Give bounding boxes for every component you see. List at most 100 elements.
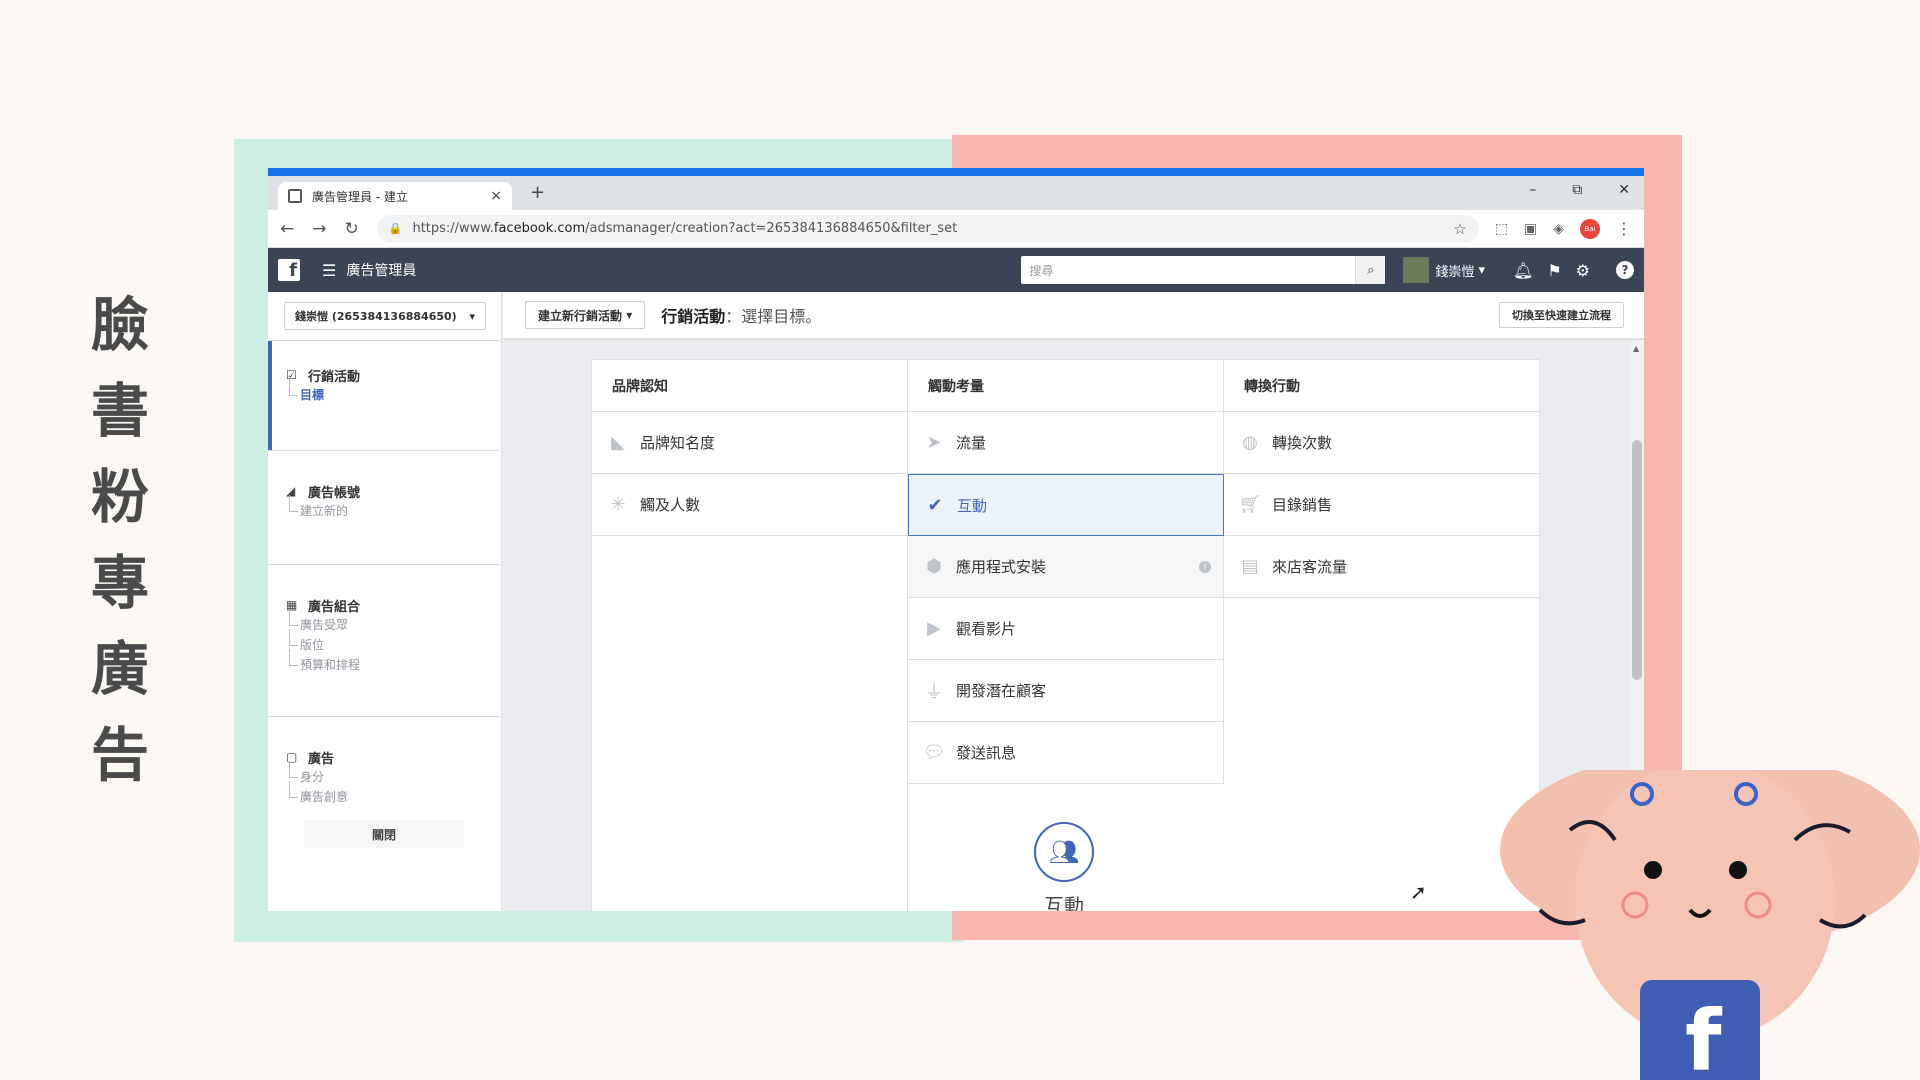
scroll-thumb[interactable] — [1632, 440, 1642, 680]
cursor-icon: ➤ — [926, 432, 942, 453]
lp-item-placements[interactable]: 版位 — [286, 629, 502, 655]
search-input[interactable]: 搜尋 ⌕ — [1021, 256, 1386, 284]
objective-messages[interactable]: 💬︎ 發送訊息 — [908, 722, 1224, 784]
browser-menu-icon[interactable]: ⋮ — [1616, 219, 1632, 238]
window-controls: – ⧉ ✕ — [1529, 182, 1630, 198]
lp-section-title[interactable]: ◢ 廣告帳號 — [286, 481, 502, 501]
flag-icon[interactable]: ⚑ — [1547, 261, 1561, 280]
browser-accent-bar — [268, 168, 1644, 176]
column-conversion: 轉換行動 ◍ 轉換次數 🛒︎ 目錄銷售 ▤ 來店客流量 — [1224, 360, 1539, 598]
minimize-button[interactable]: – — [1529, 182, 1536, 198]
objective-reach[interactable]: ✳ 觸及人數 — [592, 474, 907, 536]
browser-tab[interactable]: 廣告管理員 - 建立 × — [278, 182, 512, 210]
search-icon[interactable]: ⌕ — [1355, 256, 1386, 284]
chat-bubbles-icon: 💬︎ — [922, 742, 946, 763]
lp-item-budget[interactable]: 預算和排程 — [286, 649, 502, 675]
chevron-down-icon: ▾ — [469, 309, 475, 323]
main-content: 錢崇愷 (265384136884650) ▾ ☑ 行銷活動 目標 ◢ 廣告帳號 建… — [268, 292, 1644, 911]
page-subtitle: ：選擇目標。 — [725, 307, 822, 326]
tab-title: 廣告管理員 - 建立 — [312, 189, 408, 204]
check-circle-icon: ✔ — [927, 494, 943, 516]
new-campaign-button[interactable]: 建立新行銷活動 ▾ — [525, 301, 646, 329]
page-title: 行銷活動 — [661, 307, 726, 326]
objective-video-views[interactable]: ▶ 觀看影片 — [908, 598, 1224, 660]
profile-avatar-icon[interactable]: Bai — [1580, 218, 1600, 239]
globe-icon: ◍ — [1242, 432, 1258, 453]
bell-icon[interactable]: 🔔︎ — [1513, 261, 1533, 280]
objective-engagement[interactable]: ✔ 互動 — [908, 474, 1224, 536]
address-bar: ← → ↻ 🔒 https://www. facebook.com/adsmana… — [268, 210, 1644, 248]
side-title-char: 粉 — [90, 463, 149, 531]
forward-arrow-icon[interactable]: → — [312, 219, 326, 239]
lp-section-title[interactable]: ▢ 廣告 — [286, 747, 502, 767]
quick-create-button[interactable]: 切換至快速建立流程 — [1499, 302, 1624, 328]
objective-catalog-sales[interactable]: 🛒︎ 目錄銷售 — [1224, 474, 1539, 536]
chevron-down-icon: ▾ — [1474, 262, 1485, 278]
objective-table: 品牌認知 ◣ 品牌知名度 ✳ 觸及人數 觸動考量 ➤ 流量 ✔ 互動 ⬢ 應用程式安裝 i … — [591, 359, 1540, 911]
funnel-icon: ⏚ — [925, 681, 943, 703]
detail-title: 互動 — [1044, 894, 1084, 911]
info-icon[interactable]: i — [1199, 560, 1211, 573]
lp-item-objective[interactable]: 目標 — [286, 379, 502, 405]
fb-notification-icons: 🔔︎ ⚑ ⚙ — [1513, 261, 1590, 280]
objective-conversions[interactable]: ◍ 轉換次數 — [1224, 412, 1539, 474]
lp-item-creative[interactable]: 廣告創意 — [286, 781, 502, 807]
lp-item-create-new[interactable]: 建立新的 — [286, 495, 502, 521]
objective-brand-awareness[interactable]: ◣ 品牌知名度 — [592, 412, 907, 474]
scroll-up-icon[interactable]: ▲ — [1633, 344, 1639, 353]
pdf-extension-icon[interactable]: ⬚ — [1495, 221, 1508, 237]
chevron-down-icon: ▾ — [622, 308, 633, 322]
column-consideration: 觸動考量 ➤ 流量 ✔ 互動 ⬢ 應用程式安裝 i ▶ 觀看影片 ⏚ 開發潛在顧客 💬︎ 發送… — [908, 360, 1224, 784]
bookmark-star-icon[interactable]: ☆ — [1453, 220, 1466, 238]
lp-section-title[interactable]: ▦ 廣告組合 — [286, 595, 502, 615]
close-tab-icon[interactable]: × — [490, 188, 502, 204]
vpn-extension-icon[interactable]: ◈ — [1553, 221, 1564, 237]
column-awareness: 品牌認知 ◣ 品牌知名度 ✳ 觸及人數 — [592, 360, 908, 911]
url-field[interactable]: 🔒 https://www. facebook.com/adsmanager/cr… — [376, 214, 1479, 243]
left-panel: 錢崇愷 (265384136884650) ▾ ☑ 行銷活動 目標 ◢ 廣告帳號 建… — [268, 292, 502, 911]
url-path: /adsmanager/creation?act=265384136884650… — [585, 221, 958, 236]
lp-item-audience[interactable]: 廣告受眾 — [286, 609, 502, 635]
side-title-char: 專 — [90, 549, 149, 617]
gear-icon[interactable]: ⚙ — [1576, 261, 1590, 280]
browser-window: 廣告管理員 - 建立 × + – ⧉ ✕ ← → ↻ 🔒 https://www… — [268, 168, 1644, 911]
campaign-header: 建立新行銷活動 ▾ 行銷活動 ：選擇目標。 切換至快速建立流程 — [503, 292, 1644, 340]
help-icon[interactable]: ? — [1616, 261, 1634, 279]
account-select[interactable]: 錢崇愷 (265384136884650) ▾ — [284, 302, 486, 330]
tab-bar: 廣告管理員 - 建立 × + – ⧉ ✕ — [268, 176, 1644, 210]
elephant-mascot: f — [1500, 770, 1920, 1080]
facebook-f-icon: f — [1685, 992, 1723, 1080]
url-prefix: https://www. — [412, 221, 494, 236]
fb-app-title[interactable]: 廣告管理員 — [346, 260, 416, 280]
lp-item-identity[interactable]: 身分 — [286, 761, 502, 787]
pocket-extension-icon[interactable]: ▣ — [1524, 221, 1537, 237]
objective-lead-generation[interactable]: ⏚ 開發潛在顧客 — [908, 660, 1224, 722]
back-arrow-icon[interactable]: ← — [280, 219, 294, 239]
lp-section-title[interactable]: ☑ 行銷活動 — [286, 365, 502, 385]
asterisk-icon: ✳ — [610, 494, 626, 515]
lp-section-account: ◢ 廣告帳號 建立新的 — [268, 450, 502, 564]
box-icon: ⬢ — [926, 556, 942, 577]
objective-app-installs[interactable]: ⬢ 應用程式安裝 i — [908, 536, 1224, 598]
side-title-char: 廣 — [90, 635, 149, 703]
objective-store-traffic[interactable]: ▤ 來店客流量 — [1224, 536, 1539, 598]
reload-icon[interactable]: ↻ — [345, 219, 359, 239]
close-button[interactable]: 關閉 — [304, 820, 464, 848]
url-host: facebook.com — [493, 221, 586, 236]
side-title: 臉 書 粉 專 廣 告 — [80, 285, 160, 795]
new-tab-button[interactable]: + — [530, 182, 545, 203]
mascot-eye-left — [1644, 861, 1662, 879]
cart-icon: 🛒︎ — [1238, 494, 1262, 515]
user-menu[interactable]: 錢崇愷 ▾ — [1403, 257, 1485, 283]
megaphone-icon: ◣ — [611, 432, 625, 453]
user-name: 錢崇愷 — [1435, 264, 1475, 280]
side-title-char: 告 — [90, 721, 149, 789]
facebook-logo-icon[interactable]: f — [278, 259, 300, 281]
lock-icon: 🔒 — [388, 222, 403, 235]
lp-section-adset: ▦ 廣告組合 廣告受眾 版位 預算和排程 — [268, 564, 502, 716]
facebook-bar: f ☰ 廣告管理員 搜尋 ⌕ 錢崇愷 ▾ 🔔︎ ⚑ ⚙ ? — [268, 248, 1644, 292]
restore-button[interactable]: ⧉ — [1572, 182, 1582, 198]
close-window-button[interactable]: ✕ — [1618, 182, 1630, 198]
objective-traffic[interactable]: ➤ 流量 — [908, 412, 1224, 474]
hamburger-menu-icon[interactable]: ☰ — [322, 261, 336, 280]
